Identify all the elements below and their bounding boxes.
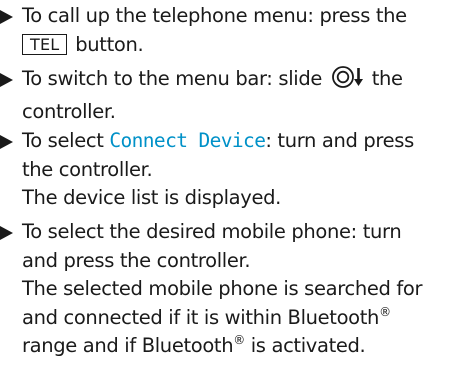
step-result: and connected if it is within Bluetooth® [22,304,391,329]
step-text: and press the controller. [22,248,251,272]
bullet-arrow-icon [0,65,22,94]
controller-slide-down-icon [331,65,365,98]
step-text: To select Connect Device: turn and press [22,129,414,152]
instruction-step-2: To switch to the menu bar: slide the con… [0,65,464,126]
bullet-arrow-icon [0,2,22,31]
step-text: controller. [22,99,116,123]
step-result: The device list is displayed. [22,186,281,209]
registered-mark: ® [379,304,391,319]
step-text: To select the desired mobile phone: turn [22,220,402,243]
step-text: the controller. [22,157,153,181]
instruction-step-1: To call up the telephone menu: press the… [0,2,464,59]
bullet-arrow-icon [0,218,22,247]
instruction-step-4: To select the desired mobile phone: turn… [0,218,464,361]
step-result: The selected mobile phone is searched fo… [22,277,423,300]
step-text: To call up the telephone menu: press the [22,4,407,27]
instruction-step-3: To select Connect Device: turn and press… [0,127,464,213]
step-result: range and if Bluetooth® is activated. [22,333,366,357]
tel-key-label: TEL [22,33,68,55]
registered-mark: ® [233,333,245,347]
step-text: To switch to the menu bar: slide the [0,65,464,98]
bullet-arrow-icon [0,127,22,156]
step-text: TEL button. [0,31,464,60]
menu-item-connect-device: Connect Device [109,129,266,152]
